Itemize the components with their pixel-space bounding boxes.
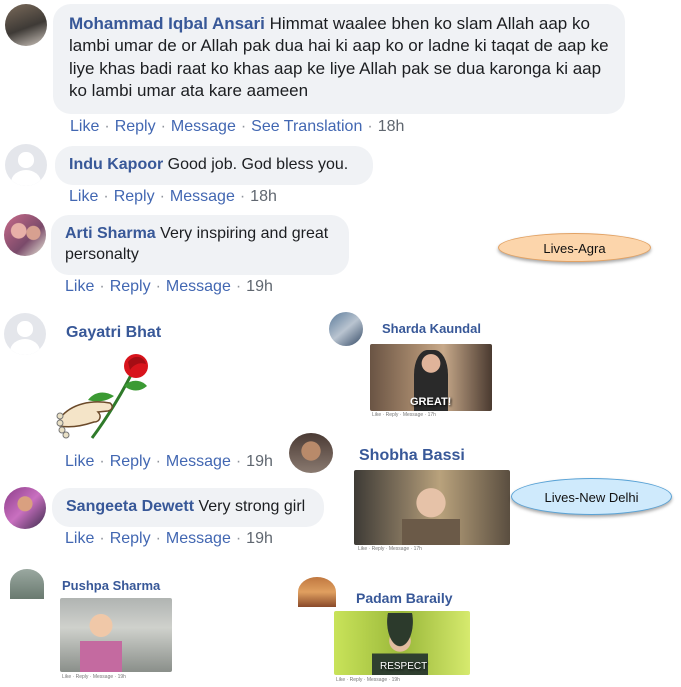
- timestamp[interactable]: 18h: [378, 118, 405, 135]
- timestamp[interactable]: 19h: [246, 278, 273, 295]
- avatar[interactable]: [4, 214, 46, 256]
- comment-actions: Like · Reply · Message · 19h: [62, 674, 126, 680]
- message-link[interactable]: Message: [170, 188, 235, 205]
- message-link[interactable]: Message: [166, 278, 231, 295]
- comment-actions: Like · Reply · Message · 17h: [358, 546, 422, 552]
- like-link[interactable]: Like: [70, 118, 99, 135]
- location-tag-label: Lives-New Delhi: [544, 490, 639, 505]
- gif-caption: GREAT!: [410, 396, 452, 408]
- like-link[interactable]: Like: [65, 278, 94, 295]
- avatar[interactable]: [4, 313, 46, 355]
- like-link[interactable]: Like: [65, 453, 94, 470]
- avatar[interactable]: [10, 569, 44, 599]
- location-tag-agra: Lives-Agra: [498, 233, 651, 262]
- commenter-name[interactable]: Padam Baraily: [356, 590, 453, 606]
- see-translation-link[interactable]: See Translation: [251, 118, 362, 135]
- avatar[interactable]: [298, 577, 336, 607]
- timestamp[interactable]: 19h: [246, 530, 273, 547]
- location-tag-label: Lives-Agra: [543, 241, 606, 256]
- comment-bubble: Indu Kapoor Good job. God bless you.: [55, 146, 373, 185]
- commenter-name[interactable]: Indu Kapoor: [69, 156, 163, 173]
- commenter-name[interactable]: Arti Sharma: [65, 225, 156, 242]
- rose-hand-icon: [56, 354, 148, 439]
- like-link[interactable]: Like: [65, 530, 94, 547]
- comment-actions: Like · Reply · Message · 19h: [336, 677, 400, 683]
- rose-sticker: [52, 348, 152, 448]
- comment-actions: Like · Reply · Message · 17h: [372, 412, 436, 418]
- gif-great[interactable]: GREAT!: [370, 344, 492, 411]
- comment-bubble: Sangeeta Dewett Very strong girl: [52, 488, 324, 527]
- comment-actions: Like · Reply · Message · 19h: [65, 278, 273, 295]
- avatar[interactable]: [289, 433, 333, 473]
- location-tag-delhi: Lives-New Delhi: [511, 478, 672, 515]
- avatar[interactable]: [5, 144, 47, 186]
- gif-figure: [402, 480, 460, 545]
- comment-actions: Like · Reply · Message · 19h: [65, 530, 273, 547]
- commenter-name[interactable]: Pushpa Sharma: [62, 578, 160, 593]
- avatar[interactable]: [4, 487, 46, 529]
- comment-bubble: Mohammad Iqbal Ansari Himmat waalee bhen…: [53, 4, 625, 114]
- comment-text: Very strong girl: [194, 498, 306, 515]
- photo-figure: [80, 610, 122, 672]
- comment-text: Good job. God bless you.: [163, 156, 349, 173]
- comment-actions: Like · Reply · Message · 19h: [65, 453, 273, 470]
- gif-respect[interactable]: RESPECT: [334, 611, 470, 675]
- reply-link[interactable]: Reply: [110, 530, 151, 547]
- like-link[interactable]: Like: [69, 188, 98, 205]
- commenter-name[interactable]: Shobha Bassi: [359, 447, 465, 465]
- reply-link[interactable]: Reply: [115, 118, 156, 135]
- reply-link[interactable]: Reply: [114, 188, 155, 205]
- commenter-name[interactable]: Sharda Kaundal: [382, 321, 481, 336]
- gif-salute[interactable]: [354, 470, 510, 545]
- comment-actions: Like · Reply · Message · 18h: [69, 188, 277, 205]
- avatar[interactable]: [329, 312, 363, 346]
- timestamp[interactable]: 18h: [250, 188, 277, 205]
- gif-caption: RESPECT: [380, 661, 428, 672]
- reply-link[interactable]: Reply: [110, 453, 151, 470]
- comment-bubble: Arti Sharma Very inspiring and great per…: [51, 215, 349, 275]
- message-link[interactable]: Message: [171, 118, 236, 135]
- commenter-name[interactable]: Sangeeta Dewett: [66, 498, 194, 515]
- comment-actions: Like · Reply · Message · See Translation · 18h: [70, 118, 405, 135]
- commenter-name[interactable]: Mohammad Iqbal Ansari: [69, 14, 265, 33]
- message-link[interactable]: Message: [166, 530, 231, 547]
- timestamp[interactable]: 19h: [246, 453, 273, 470]
- message-link[interactable]: Message: [166, 453, 231, 470]
- avatar[interactable]: [5, 4, 47, 46]
- reply-link[interactable]: Reply: [110, 278, 151, 295]
- commenter-name[interactable]: Gayatri Bhat: [66, 324, 161, 342]
- photo-child[interactable]: [60, 598, 172, 672]
